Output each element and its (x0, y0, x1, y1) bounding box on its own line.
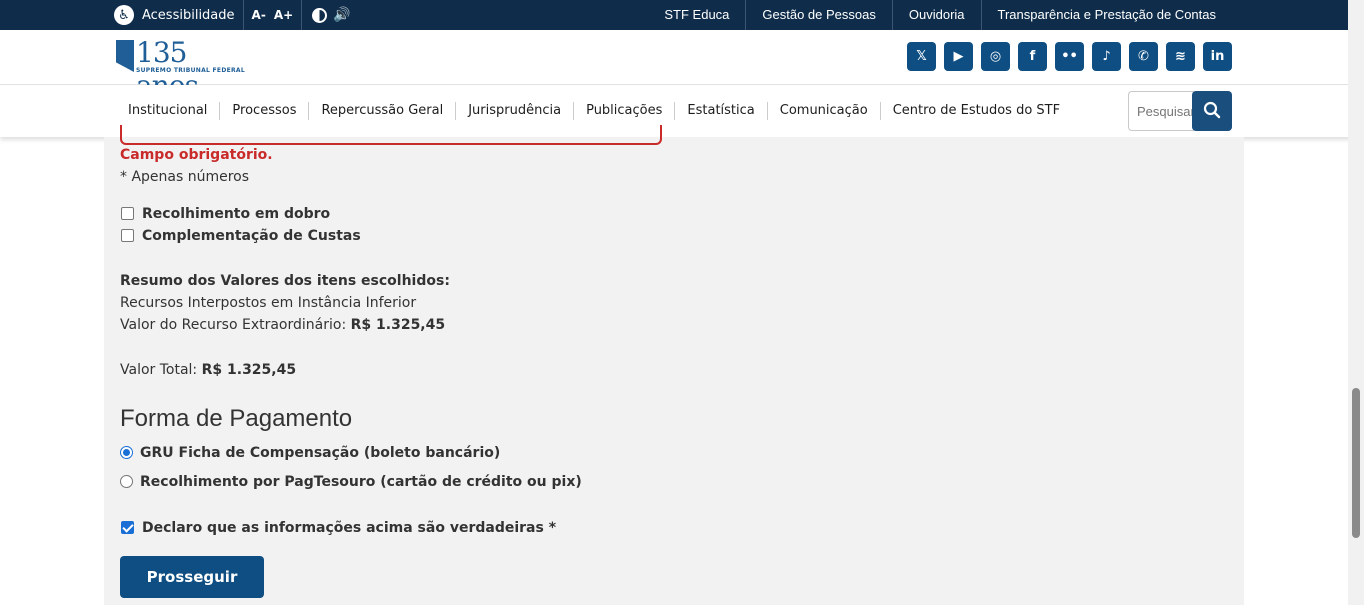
prosseguir-button[interactable]: Prosseguir (120, 556, 264, 598)
checkbox-complementacao-custas[interactable] (121, 229, 134, 242)
top-link-ouvidoria[interactable]: Ouvidoria (891, 0, 981, 30)
invalid-input-field[interactable] (120, 125, 662, 145)
field-hint: * Apenas números (120, 169, 250, 185)
stf-logo[interactable]: 135 anos SUPREMO TRIBUNAL FEDERAL (116, 36, 256, 102)
search-input[interactable] (1128, 91, 1194, 131)
social-links: 𝕏 ▶ ◎ f •• ♪ ✆ ≋ in (907, 42, 1232, 71)
nav-item-institucional[interactable]: Institucional (116, 102, 219, 120)
flickr-icon[interactable]: •• (1055, 42, 1084, 71)
instagram-icon[interactable]: ◎ (981, 42, 1010, 71)
top-link-stf-educa[interactable]: STF Educa (648, 0, 745, 30)
nav-item-repercussao-geral[interactable]: Repercussão Geral (308, 102, 455, 120)
radio-pagtesouro[interactable] (120, 475, 133, 488)
search-box (1128, 91, 1232, 131)
logo-mark (116, 40, 134, 72)
nav-item-centro-estudos[interactable]: Centro de Estudos do STF (879, 102, 1072, 120)
total-value: R$ 1.325,45 (201, 362, 297, 378)
contrast-icon[interactable] (312, 7, 328, 23)
nav-item-comunicacao[interactable]: Comunicação (766, 102, 880, 120)
error-message: Campo obrigatório. (120, 147, 273, 163)
checkbox-recolhimento-dobro[interactable] (121, 207, 134, 220)
nav-item-jurisprudencia[interactable]: Jurisprudência (455, 102, 573, 120)
top-bar: ♿ Acessibilidade A- A+ 🔊 STF Educa Gestã… (0, 0, 1364, 30)
recurso-label: Valor do Recurso Extraordinário: (120, 317, 347, 333)
payment-section-title: Forma de Pagamento (120, 405, 353, 432)
facebook-icon[interactable]: f (1018, 42, 1047, 71)
scrollbar-thumb[interactable] (1352, 388, 1360, 538)
summary-title: Resumo dos Valores dos itens escolhidos: (120, 273, 450, 289)
top-link-transparencia[interactable]: Transparência e Prestação de Contas (980, 0, 1232, 30)
divider (242, 0, 244, 30)
accessibility-label[interactable]: Acessibilidade (142, 8, 235, 23)
font-increase-button[interactable]: A+ (274, 8, 293, 22)
linkedin-icon[interactable]: in (1203, 42, 1232, 71)
x-icon[interactable]: 𝕏 (907, 42, 936, 71)
search-button[interactable] (1192, 91, 1232, 131)
nav-item-publicacoes[interactable]: Publicações (573, 102, 674, 120)
radio-label-pagtesouro[interactable]: Recolhimento por PagTesouro (cartão de c… (140, 474, 582, 490)
logo-subtitle: SUPREMO TRIBUNAL FEDERAL (136, 67, 246, 74)
font-decrease-button[interactable]: A- (252, 8, 266, 22)
declaration-label[interactable]: Declaro que as informações acima são ver… (142, 520, 556, 536)
divider (301, 0, 303, 30)
top-link-gestao-pessoas[interactable]: Gestão de Pessoas (745, 0, 891, 30)
recurso-value-row: Valor do Recurso Extraordinário: R$ 1.32… (120, 317, 445, 333)
spotify-icon[interactable]: ≋ (1166, 42, 1195, 71)
page-scrollbar[interactable] (1348, 0, 1364, 605)
accessibility-icon[interactable]: ♿ (114, 5, 134, 25)
summary-line: Recursos Interpostos em Instância Inferi… (120, 295, 417, 311)
whatsapp-icon[interactable]: ✆ (1129, 42, 1158, 71)
accessibility-tools: ♿ Acessibilidade A- A+ 🔊 (114, 0, 351, 30)
checkbox-label-complementacao-custas[interactable]: Complementação de Custas (142, 228, 361, 244)
checkbox-label-recolhimento-dobro[interactable]: Recolhimento em dobro (142, 206, 330, 222)
recurso-value: R$ 1.325,45 (350, 317, 446, 333)
nav-item-processos[interactable]: Processos (219, 102, 308, 120)
checkbox-declaration[interactable] (121, 521, 134, 534)
top-links: STF Educa Gestão de Pessoas Ouvidoria Tr… (648, 0, 1232, 30)
search-icon (1203, 101, 1221, 118)
tiktok-icon[interactable]: ♪ (1092, 42, 1121, 71)
nav-item-estatistica[interactable]: Estatística (674, 102, 766, 120)
total-value-row: Valor Total: R$ 1.325,45 (120, 362, 296, 378)
header: 135 anos SUPREMO TRIBUNAL FEDERAL 𝕏 ▶ ◎ … (0, 30, 1364, 102)
total-label: Valor Total: (120, 362, 198, 378)
youtube-icon[interactable]: ▶ (944, 42, 973, 71)
speaker-icon[interactable]: 🔊 (333, 7, 350, 23)
radio-label-gru-boleto[interactable]: GRU Ficha de Compensação (boleto bancári… (140, 445, 500, 461)
radio-gru-boleto[interactable] (120, 446, 133, 459)
